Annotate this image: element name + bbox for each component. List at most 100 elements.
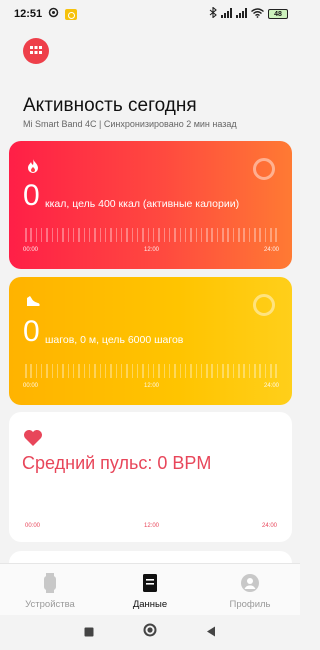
hour-bar	[94, 228, 96, 242]
hour-bar	[222, 364, 224, 378]
hour-bar	[94, 364, 96, 378]
signal-2-icon	[236, 7, 247, 21]
watch-icon	[41, 573, 59, 593]
page-title: Активность сегодня	[23, 95, 197, 116]
system-nav-bar	[0, 615, 300, 650]
hour-bar	[147, 364, 150, 378]
hour-bar	[25, 228, 27, 242]
hour-bar	[254, 228, 256, 242]
hour-bar	[120, 364, 123, 378]
hour-bar	[35, 228, 38, 242]
hour-bar	[227, 228, 229, 242]
hour-bar	[131, 228, 134, 242]
hour-bar	[46, 228, 48, 242]
nav-data[interactable]: Данные	[100, 564, 200, 615]
status-circle-icon	[48, 7, 59, 21]
hour-bar	[195, 364, 197, 378]
axis-mid-label: 12:00	[144, 383, 160, 389]
hour-bar	[248, 364, 251, 378]
hour-bar	[142, 228, 144, 242]
hour-bar	[184, 228, 187, 242]
hour-bar	[216, 364, 219, 378]
hour-bar	[83, 364, 86, 378]
shoe-icon	[27, 296, 40, 306]
hour-bar	[243, 364, 245, 378]
hour-bar	[131, 364, 134, 378]
hour-bar	[206, 228, 208, 242]
steps-description: шагов, 0 м, цель 6000 шагов	[45, 334, 184, 346]
nav-data-label: Данные	[132, 599, 168, 610]
nav-devices[interactable]: Устройства	[0, 564, 100, 615]
signal-icon	[221, 7, 232, 21]
hour-bar	[152, 364, 155, 378]
axis-end-label: 24:00	[261, 523, 277, 529]
hour-bar	[158, 228, 160, 242]
flame-icon	[28, 159, 38, 173]
heart-rate-title: Средний пульс: 0 BPM	[22, 453, 212, 473]
hour-bar	[232, 364, 235, 378]
hour-bar	[136, 364, 139, 378]
hour-bar	[216, 228, 219, 242]
wifi-icon	[251, 7, 264, 21]
calories-value: 0	[23, 179, 40, 212]
hour-bar	[115, 228, 118, 242]
hour-bar	[168, 364, 171, 378]
menu-button[interactable]	[23, 38, 49, 64]
hour-bar	[88, 364, 91, 378]
hour-bar	[232, 228, 235, 242]
hour-bar	[72, 228, 75, 242]
hour-bar	[163, 364, 166, 378]
hour-bar	[62, 228, 64, 242]
hour-bar	[104, 364, 107, 378]
hour-bar	[51, 364, 54, 378]
steps-card[interactable]: 0 шагов, 0 м, цель 6000 шагов 00:00 12:0…	[9, 277, 292, 405]
status-time: 12:51	[14, 8, 43, 20]
heart-rate-card[interactable]: Средний пульс: 0 BPM 00:00 12:00 24:00	[9, 412, 292, 542]
hour-bar	[25, 364, 27, 378]
hour-bar	[110, 228, 112, 242]
hour-bar	[179, 228, 182, 242]
recents-button[interactable]	[84, 624, 94, 642]
calories-bar-chart	[25, 228, 277, 242]
hour-bar	[46, 364, 48, 378]
bluetooth-icon	[209, 6, 217, 21]
axis-mid-label: 12:00	[144, 247, 160, 253]
back-button[interactable]	[206, 624, 216, 642]
hour-bar	[99, 228, 102, 242]
hour-bar	[136, 228, 139, 242]
hour-bar	[179, 364, 182, 378]
axis-start-label: 00:00	[23, 247, 39, 253]
hour-bar	[174, 364, 176, 378]
hour-bar	[56, 228, 59, 242]
hour-bar	[275, 228, 277, 242]
hour-bar	[264, 364, 267, 378]
hour-bar	[142, 364, 144, 378]
calories-description: ккал, цель 400 ккал (активные калории)	[45, 198, 240, 210]
hour-bar	[40, 364, 43, 378]
nav-profile[interactable]: Профиль	[200, 564, 300, 615]
battery-icon: 48	[268, 9, 288, 19]
home-button[interactable]	[143, 623, 157, 642]
hour-bar	[211, 228, 213, 242]
axis-start-label: 00:00	[25, 523, 41, 529]
hour-bar	[222, 228, 224, 242]
hour-bar	[270, 228, 272, 242]
calories-card[interactable]: 0 ккал, цель 400 ккал (активные калории)…	[9, 141, 292, 269]
hour-bar	[83, 228, 86, 242]
hour-bar	[78, 228, 80, 242]
hour-bar	[168, 228, 171, 242]
hour-bar	[184, 364, 187, 378]
hour-bar	[190, 228, 192, 242]
calories-progress-ring	[253, 158, 275, 180]
steps-value: 0	[23, 315, 40, 348]
hour-bar	[147, 228, 150, 242]
hour-bar	[163, 228, 166, 242]
hour-bar	[72, 364, 75, 378]
hour-bar	[259, 228, 261, 242]
hour-bar	[35, 364, 38, 378]
profile-icon	[241, 573, 259, 593]
hour-bar	[238, 228, 240, 242]
heart-icon	[24, 430, 42, 446]
hour-bar	[238, 364, 240, 378]
axis-end-label: 24:00	[263, 247, 279, 253]
